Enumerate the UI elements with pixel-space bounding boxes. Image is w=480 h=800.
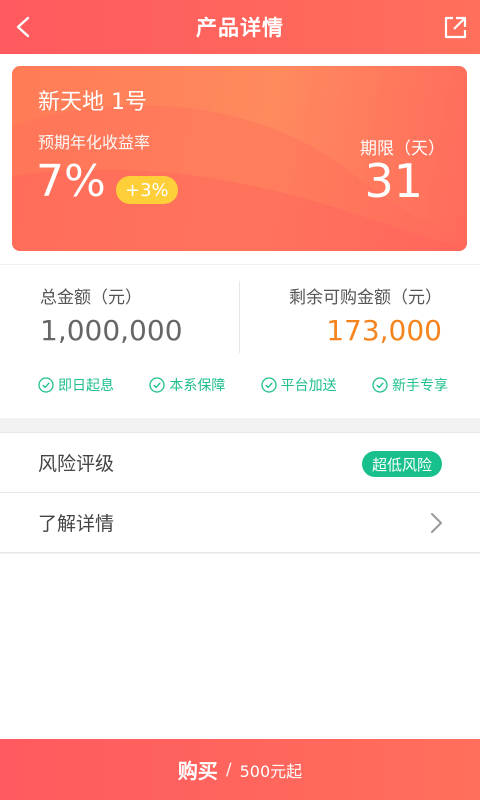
buy-button[interactable]: 购买 / 500元起	[0, 739, 480, 800]
yield-label: 预期年化收益率	[38, 133, 151, 152]
feature-label: 新手专享	[391, 378, 448, 394]
total-amount-value: 1,000,000	[40, 314, 183, 347]
product-card-container: 新天地 1号 预期年化收益率 7% +3% 期限（天） 31	[0, 54, 480, 264]
risk-rating-row: 风险评级 超低风险	[0, 433, 480, 493]
feature-label: 即日起息	[58, 378, 114, 394]
amounts-section: 总金额（元） 1,000,000 剩余可购金额（元） 173,000 即日起息 …	[0, 264, 480, 418]
chevron-right-icon	[431, 513, 442, 533]
share-icon[interactable]	[442, 15, 468, 41]
min-purchase-label: 500元起	[239, 761, 303, 781]
learn-details-label: 了解详情	[38, 513, 115, 535]
remaining-amount-label: 剩余可购金额（元）	[289, 288, 442, 308]
check-circle-icon	[38, 377, 54, 393]
remaining-amount-block: 剩余可购金额（元） 173,000	[289, 283, 442, 347]
check-circle-icon	[261, 377, 277, 393]
feature-tag: 本系保障	[149, 375, 225, 395]
content-blank-area	[0, 554, 480, 739]
detail-list: 风险评级 超低风险 了解详情	[0, 432, 480, 553]
yield-value: 7%	[36, 156, 106, 207]
feature-tag: 平台加送	[261, 375, 337, 395]
risk-level-badge: 超低风险	[361, 451, 442, 477]
app-header: 产品详情	[0, 0, 480, 54]
buy-separator: /	[225, 759, 232, 780]
product-name: 新天地 1号	[38, 90, 147, 115]
bonus-yield-badge: +3%	[116, 176, 178, 204]
total-amount-block: 总金额（元） 1,000,000	[40, 283, 183, 347]
feature-tags: 即日起息 本系保障 平台加送 新手专享	[38, 375, 448, 395]
feature-label: 平台加送	[280, 378, 337, 394]
feature-label: 本系保障	[169, 378, 226, 394]
product-card: 新天地 1号 预期年化收益率 7% +3% 期限（天） 31	[12, 66, 467, 251]
remaining-amount-value: 173,000	[326, 314, 442, 347]
amounts-divider	[239, 281, 240, 353]
feature-tag: 新手专享	[372, 375, 448, 395]
buy-label: 购买	[177, 759, 218, 783]
check-circle-icon	[149, 377, 165, 393]
page-title: 产品详情	[196, 16, 284, 40]
check-circle-icon	[372, 377, 388, 393]
risk-rating-label: 风险评级	[38, 453, 115, 475]
chevron-left-icon[interactable]	[10, 13, 38, 41]
term-value: 31	[364, 154, 423, 208]
learn-details-row[interactable]: 了解详情	[0, 493, 480, 553]
total-amount-label: 总金额（元）	[40, 288, 142, 308]
feature-tag: 即日起息	[38, 375, 114, 395]
